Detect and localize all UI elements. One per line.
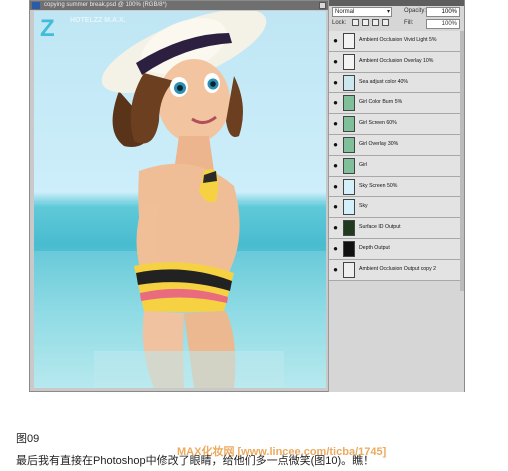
opacity-input[interactable]: 100% <box>426 7 460 17</box>
blend-row: Normal Opacity: 100% <box>332 7 460 17</box>
layer-name: Sea adjust color 40% <box>359 78 409 85</box>
layer-thumbnail <box>343 261 355 278</box>
lock-transparent-icon[interactable] <box>352 19 359 26</box>
layer-row[interactable]: ● Sky Screen 50% <box>329 176 460 198</box>
visibility-eye-icon[interactable]: ● <box>331 202 340 211</box>
fill-label: Fill: <box>404 20 414 26</box>
lock-row: Lock: Fill: 100% <box>332 19 460 29</box>
layer-name: Sky Screen 50% <box>359 182 398 189</box>
layer-thumbnail <box>343 220 355 237</box>
layer-thumbnail <box>343 136 355 153</box>
visibility-eye-icon[interactable]: ● <box>331 244 340 253</box>
visibility-eye-icon[interactable]: ● <box>331 161 340 170</box>
visibility-eye-icon[interactable]: ● <box>331 78 340 87</box>
layer-thumbnail <box>343 74 355 91</box>
document-titlebar[interactable]: copying summer break.psd @ 100% (RGB/8*) <box>30 1 330 10</box>
layer-row[interactable]: ● Girl Color Burn 5% <box>329 93 460 115</box>
close-icon[interactable] <box>319 2 326 9</box>
blend-mode-select[interactable]: Normal <box>332 7 392 17</box>
lock-label: Lock: <box>332 20 347 26</box>
photoshop-icon <box>32 2 40 9</box>
opacity-label: Opacity: <box>404 8 427 14</box>
layer-row[interactable]: ● Girl Screen 60% <box>329 114 460 135</box>
document-title: copying summer break.psd @ 100% (RGB/8*) <box>44 2 167 8</box>
layer-name: Surface ID Output <box>359 224 401 231</box>
visibility-eye-icon[interactable]: ● <box>331 182 340 191</box>
site-watermark-logo: Z HOTELZZ M.A.X. <box>40 15 126 42</box>
panel-tabs[interactable] <box>329 0 464 6</box>
layer-row[interactable]: ● Depth Output <box>329 238 460 260</box>
layer-name: Ambient Occlusion Output copy 2 <box>359 265 436 272</box>
layer-name: Girl <box>359 161 368 168</box>
layer-thumbnail <box>343 53 355 70</box>
layer-row[interactable]: ● Ambient Occlusion Vivid Light 5% <box>329 31 460 52</box>
layer-name: Sky <box>359 203 368 210</box>
layers-list: ● Ambient Occlusion Vivid Light 5% ● Ambien… <box>329 31 460 281</box>
caption-text: 最后我有直接在Photoshop中修改了眼睛，给他们多一点微笑(图10)。瞧！ <box>16 455 375 467</box>
layer-thumbnail <box>343 95 355 112</box>
layers-scrollbar[interactable] <box>460 31 464 291</box>
visibility-eye-icon[interactable]: ● <box>331 98 340 107</box>
layer-thumbnail <box>343 240 355 257</box>
layer-row[interactable]: ● Sky <box>329 197 460 219</box>
layer-thumbnail <box>343 178 355 195</box>
layer-thumbnail <box>343 33 355 49</box>
lock-image-icon[interactable] <box>362 19 369 26</box>
layer-name: Ambient Occlusion Vivid Light 5% <box>359 37 437 43</box>
layer-row[interactable]: ● Girl <box>329 155 460 177</box>
lock-position-icon[interactable] <box>372 19 379 26</box>
layer-thumbnail <box>343 116 355 133</box>
figure-label: 图09 <box>16 433 40 445</box>
layer-name: Girl Screen 60% <box>359 120 397 127</box>
layer-thumbnail <box>343 157 355 174</box>
layer-row[interactable]: ● Surface ID Output <box>329 218 460 239</box>
layer-row[interactable]: ● Ambient Occlusion Overlay 10% <box>329 51 460 73</box>
lock-all-icon[interactable] <box>382 19 389 26</box>
layer-row[interactable]: ● Girl Overlay 30% <box>329 134 460 156</box>
layer-thumbnail <box>343 199 355 216</box>
layers-panel: Normal Opacity: 100% Lock: Fill: 100% ● A… <box>328 0 464 392</box>
document-canvas[interactable]: Z HOTELZZ M.A.X. <box>34 11 326 388</box>
visibility-eye-icon[interactable]: ● <box>331 140 340 149</box>
visibility-eye-icon[interactable]: ● <box>331 265 340 274</box>
fill-input[interactable]: 100% <box>426 19 460 29</box>
artwork-illustration <box>34 11 326 388</box>
visibility-eye-icon[interactable]: ● <box>331 57 340 66</box>
layer-name: Girl Overlay 30% <box>359 140 399 147</box>
layer-row[interactable]: ● Ambient Occlusion Output copy 2 <box>329 259 460 281</box>
layer-row[interactable]: ● Sea adjust color 40% <box>329 72 460 94</box>
visibility-eye-icon[interactable]: ● <box>331 36 340 45</box>
layer-name: Girl Color Burn 5% <box>359 99 403 106</box>
layer-name: Depth Output <box>359 244 390 251</box>
visibility-eye-icon[interactable]: ● <box>331 223 340 232</box>
layer-name: Ambient Occlusion Overlay 10% <box>359 57 434 64</box>
visibility-eye-icon[interactable]: ● <box>331 119 340 128</box>
